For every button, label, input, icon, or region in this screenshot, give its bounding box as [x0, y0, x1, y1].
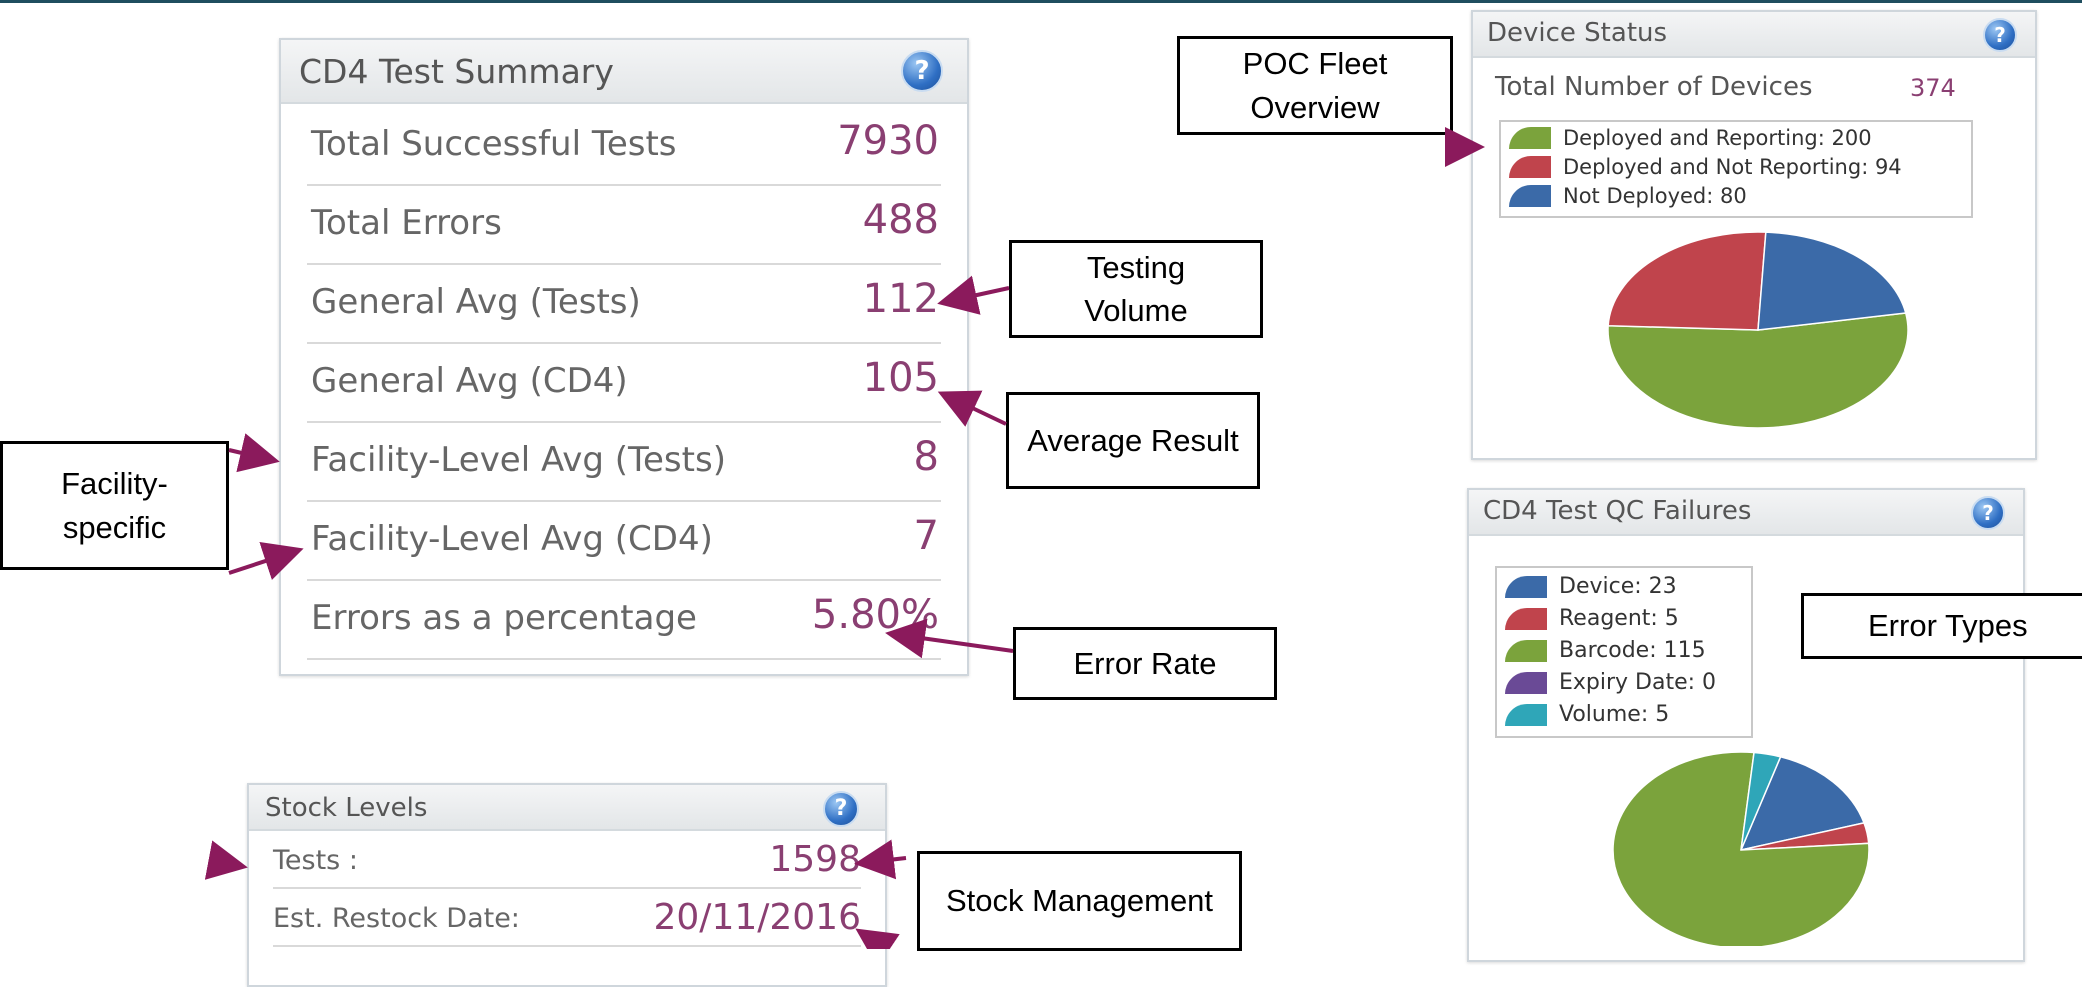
arrow-average-result [937, 390, 1007, 427]
arrow-stock-tests [854, 839, 907, 880]
arrow-error-rate [885, 618, 1014, 659]
arrow-stock-date [855, 928, 900, 949]
arrow-facility-tests [228, 433, 280, 473]
arrow-facility-cd4 [228, 541, 304, 580]
arrow-stock-left [204, 840, 248, 880]
arrow-testing-volume [937, 275, 1010, 315]
annotation-arrows [204, 127, 1485, 949]
